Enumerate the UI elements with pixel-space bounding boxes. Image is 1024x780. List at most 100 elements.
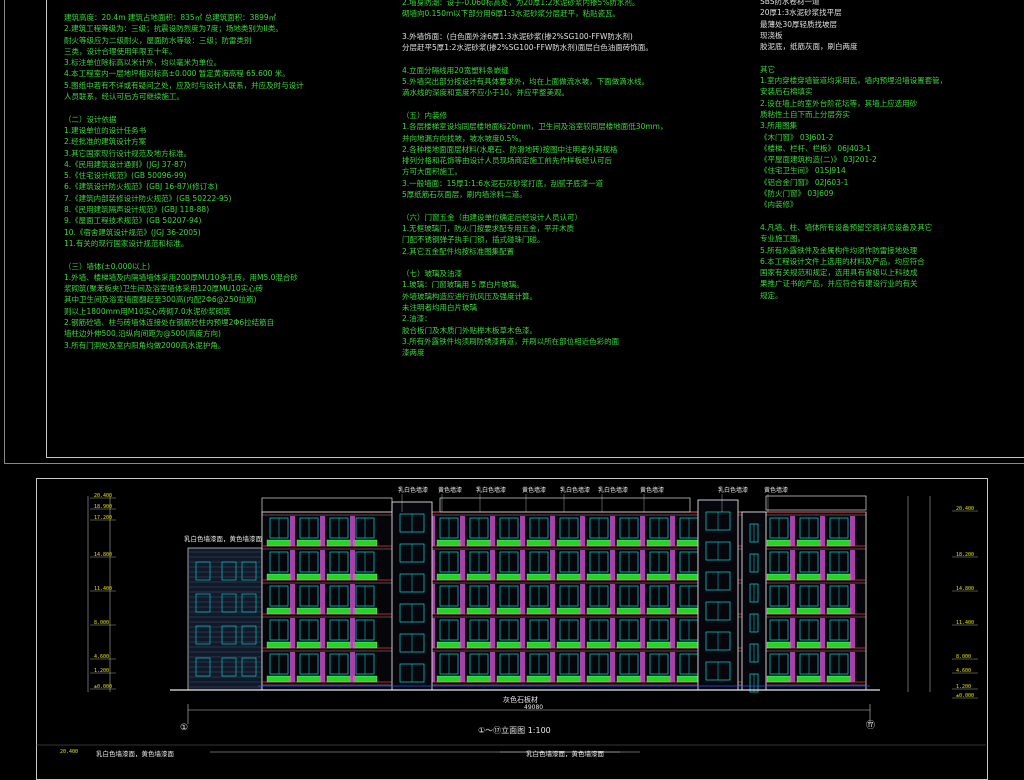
main-building (261, 511, 867, 691)
balcony-railing (296, 641, 322, 649)
balcony-railing (826, 539, 852, 547)
balcony-railing (616, 641, 642, 649)
balcony-railing (766, 675, 792, 683)
pilaster (520, 618, 525, 648)
material-tag: 黄色墙漆 (640, 486, 664, 494)
side-note: 乳白色墙漆面，黄色墙漆面 (184, 535, 262, 543)
pilaster (550, 618, 555, 648)
balcony-railing (646, 607, 672, 615)
balcony-railing (496, 539, 522, 547)
pilaster (490, 584, 495, 614)
material-tag: 乳白色墙漆 (560, 486, 590, 494)
pilaster (460, 516, 465, 546)
balcony-railing (352, 539, 378, 547)
balcony-railing (556, 573, 582, 581)
pilaster (320, 516, 325, 546)
pilaster (350, 516, 355, 546)
pilaster (850, 584, 855, 614)
balcony-railing (326, 539, 352, 547)
balcony-railing (436, 607, 462, 615)
balcony-railing (676, 539, 702, 547)
balcony-railing (556, 607, 582, 615)
pilaster (290, 652, 295, 682)
roof-parapet (261, 497, 393, 513)
balcony-railing (766, 539, 792, 547)
material-tag: 黄色墙漆 (438, 486, 462, 494)
balcony-railing (586, 607, 612, 615)
pilaster (610, 584, 615, 614)
pilaster (640, 516, 645, 546)
balcony-railing (526, 675, 552, 683)
balcony-railing (586, 675, 612, 683)
pilaster (670, 516, 675, 546)
balcony-railing (266, 607, 292, 615)
balcony-railing (466, 641, 492, 649)
balcony-railing (646, 573, 672, 581)
pilaster (790, 516, 795, 546)
axis-left-label: ① (180, 723, 189, 733)
balcony-railing (526, 641, 552, 649)
balcony-railing (796, 641, 822, 649)
balcony-railing (556, 539, 582, 547)
balcony-railing (352, 641, 378, 649)
balcony-railing (616, 539, 642, 547)
material-tag: 黄色墙漆 (522, 486, 546, 494)
pilaster (610, 550, 615, 580)
pilaster (850, 516, 855, 546)
pilaster (670, 584, 675, 614)
bottom-tag-1: 乳白色墙漆面，黄色墙漆面 (96, 750, 174, 758)
pilaster (550, 516, 555, 546)
balcony-railing (526, 573, 552, 581)
pilaster (820, 550, 825, 580)
pilaster (610, 652, 615, 682)
bottom-tag-2: 乳白色墙漆面，黄色墙漆面 (526, 750, 604, 758)
balcony-railing (496, 607, 522, 615)
pilaster (490, 652, 495, 682)
balcony-railing (526, 607, 552, 615)
pilaster (460, 550, 465, 580)
balcony-railing (266, 675, 292, 683)
balcony-railing (352, 607, 378, 615)
pilaster (490, 618, 495, 648)
balcony-railing (296, 539, 322, 547)
footer-note: 灰色石板材 (503, 696, 538, 704)
balcony-railing (676, 641, 702, 649)
elevation-title: ①～⑰立面图 1:100 (478, 726, 551, 735)
pilaster (290, 516, 295, 546)
pilaster (550, 584, 555, 614)
balcony-railing (796, 675, 822, 683)
pilaster (790, 550, 795, 580)
balcony-railing (466, 573, 492, 581)
pilaster (490, 516, 495, 546)
balcony-railing (586, 641, 612, 649)
balcony-railing (436, 539, 462, 547)
pilaster (610, 516, 615, 546)
pilaster (460, 652, 465, 682)
pilaster (820, 516, 825, 546)
left-wing-block (187, 547, 263, 691)
balcony-railing (616, 607, 642, 615)
pilaster (320, 550, 325, 580)
balcony-railing (266, 641, 292, 649)
balcony-railing (436, 675, 462, 683)
balcony-railing (496, 641, 522, 649)
pilaster (640, 618, 645, 648)
pilaster (490, 550, 495, 580)
balcony-railing (296, 573, 322, 581)
material-tag: 乳白色墙漆 (718, 486, 748, 494)
pilaster (820, 652, 825, 682)
balcony-railing (796, 607, 822, 615)
balcony-railing (326, 573, 352, 581)
balcony-railing (496, 675, 522, 683)
dimension-total: 49080 (524, 704, 544, 711)
pilaster (640, 584, 645, 614)
pilaster (820, 618, 825, 648)
balcony-railing (436, 641, 462, 649)
pilaster (290, 550, 295, 580)
pilaster (520, 516, 525, 546)
balcony-railing (766, 573, 792, 581)
balcony-railing (646, 641, 672, 649)
pilaster (350, 584, 355, 614)
elevation-drawing: 20.40018.90017.20014.80011.4008.0004.600… (36, 486, 986, 753)
balcony-railing (326, 607, 352, 615)
